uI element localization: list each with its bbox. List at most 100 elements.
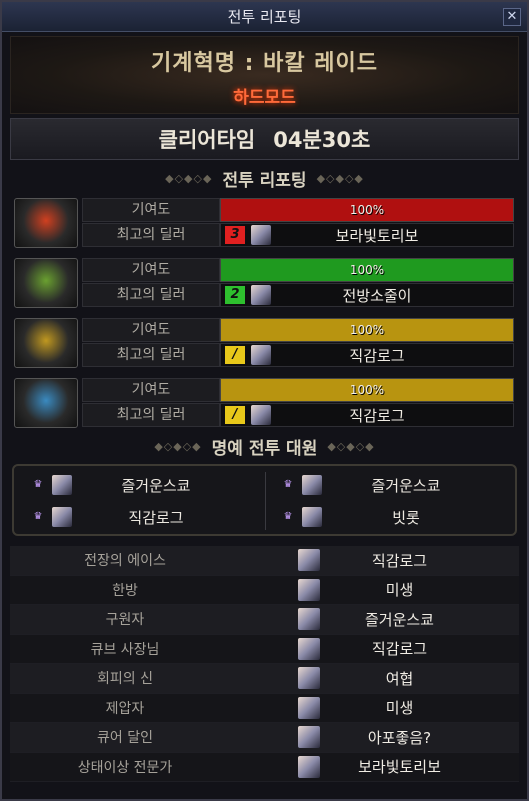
top-dealer-label: 최고의 딜러 (82, 343, 220, 367)
section-title: 명예 전투 대원 (211, 438, 318, 459)
award-recipient: 미생 (385, 699, 414, 718)
honor-member-name: 직감로그 (128, 508, 184, 527)
contribution-value: 100% (349, 263, 385, 277)
top-dealer[interactable]: / 직감로그 (220, 403, 514, 427)
avatar (298, 755, 320, 778)
award-row[interactable]: 전장의 에이스 직감로그 (10, 546, 519, 576)
top-dealer-label: 최고의 딜러 (82, 223, 220, 247)
award-title: 구원자 (105, 612, 145, 629)
section-title: 전투 리포팅 (222, 170, 307, 191)
top-dealer-name: 보라빛토리보 (335, 226, 419, 245)
honor-member[interactable]: ♛ 빗롯 (268, 502, 514, 532)
contribution-bar: 100% (220, 258, 514, 282)
award-recipient: 여협 (385, 669, 414, 688)
top-dealer[interactable]: 2 전방소줄이 (220, 283, 514, 307)
award-title: 한방 (112, 582, 138, 599)
contribution-value: 100% (349, 323, 385, 337)
award-row[interactable]: 큐어 달인 아포좋음? (10, 723, 519, 753)
award-row[interactable]: 상태이상 전문가 보라빛토리보 (10, 752, 519, 782)
crown-icon: ♛ (283, 511, 293, 522)
award-title: 큐브 사장님 (90, 641, 160, 658)
party-row: 기여도 100% 최고의 딜러 2 전방소줄이 (12, 256, 514, 310)
party-emblem-icon (14, 258, 78, 308)
ornament-right: ◆◇◆◇◆ (327, 439, 375, 453)
clear-time-label: 클리어타임 (158, 128, 256, 152)
crown-icon: ♛ (283, 479, 293, 490)
top-dealer-name: 직감로그 (349, 406, 405, 425)
contribution-row: 기여도 100% (82, 258, 514, 282)
award-title: 상태이상 전문가 (77, 759, 173, 776)
section-battle-report: ◆◇◆◇◆ 전투 리포팅 ◆◇◆◇◆ (10, 164, 519, 192)
contribution-value: 100% (349, 383, 385, 397)
contribution-label: 기여도 (82, 198, 220, 222)
avatar (298, 667, 320, 690)
avatar (298, 637, 320, 660)
award-row[interactable]: 큐브 사장님 직감로그 (10, 634, 519, 664)
difficulty-mode: 하드모드 (233, 88, 296, 108)
rank-badge: 3 (225, 226, 245, 244)
party-row: 기여도 100% 최고의 딜러 / 직감로그 (12, 376, 514, 430)
top-dealer-row: 최고의 딜러 / 직감로그 (82, 403, 514, 427)
top-dealer-row: 최고의 딜러 2 전방소줄이 (82, 283, 514, 307)
honor-member[interactable]: ♛ 직감로그 (18, 502, 264, 532)
avatar (251, 285, 271, 305)
ornament-left: ◆◇◆◇◆ (165, 171, 213, 185)
contribution-row: 기여도 100% (82, 318, 514, 342)
avatar (298, 608, 320, 631)
honor-member-name: 빗롯 (392, 508, 420, 527)
party-emblem-icon (14, 378, 78, 428)
avatar (251, 345, 271, 365)
honor-member-name: 즐거운스쿄 (121, 476, 191, 495)
award-recipient: 보라빛토리보 (358, 758, 441, 777)
top-dealer[interactable]: / 직감로그 (220, 343, 514, 367)
award-title: 회피의 신 (97, 671, 153, 688)
award-title: 큐어 달인 (97, 730, 153, 747)
top-dealer-row: 최고의 딜러 / 직감로그 (82, 343, 514, 367)
honor-member-name: 즐거운스쿄 (371, 476, 441, 495)
awards-list: 전장의 에이스 직감로그 한방 미생 구원자 즐거운스쿄 큐브 사장님 직감로그… (10, 546, 519, 782)
award-recipient: 아포좋음? (367, 728, 432, 747)
top-dealer-name: 전방소줄이 (342, 286, 412, 305)
window-title: 전투 리포팅 (227, 8, 302, 26)
party-emblem-icon (14, 318, 78, 368)
title-bar: 전투 리포팅 ✕ (2, 2, 527, 32)
rank-badge: 2 (225, 286, 245, 304)
award-recipient: 즐거운스쿄 (364, 610, 434, 629)
crown-icon: ♛ (33, 479, 43, 490)
contribution-label: 기여도 (82, 378, 220, 402)
ornament-right: ◆◇◆◇◆ (316, 171, 364, 185)
award-title: 전장의 에이스 (84, 553, 166, 570)
clear-time-panel: 클리어타임 04분30초 (10, 118, 519, 160)
award-row[interactable]: 한방 미생 (10, 575, 519, 605)
clear-time-value: 04분30초 (273, 128, 371, 152)
contribution-bar: 100% (220, 318, 514, 342)
award-row[interactable]: 제압자 미생 (10, 693, 519, 723)
divider (265, 472, 266, 530)
honor-member[interactable]: ♛ 즐거운스쿄 (268, 470, 514, 500)
top-dealer-label: 최고의 딜러 (82, 283, 220, 307)
avatar (52, 507, 72, 527)
avatar (298, 549, 320, 572)
party-row: 기여도 100% 최고의 딜러 / 직감로그 (12, 316, 514, 370)
award-recipient: 직감로그 (371, 640, 428, 659)
award-row[interactable]: 구원자 즐거운스쿄 (10, 605, 519, 635)
rank-badge: / (225, 406, 245, 424)
contribution-value: 100% (349, 203, 385, 217)
award-title: 제압자 (105, 700, 145, 717)
top-dealer[interactable]: 3 보라빛토리보 (220, 223, 514, 247)
award-row[interactable]: 회피의 신 여협 (10, 664, 519, 694)
contribution-label: 기여도 (82, 318, 220, 342)
honor-member[interactable]: ♛ 즐거운스쿄 (18, 470, 264, 500)
award-recipient: 직감로그 (371, 551, 428, 570)
battle-report-window: 전투 리포팅 ✕ 기계혁명 : 바칼 레이드 하드모드 클리어타임 04분30초… (0, 0, 529, 801)
avatar (298, 726, 320, 749)
avatar (52, 475, 72, 495)
avatar (302, 507, 322, 527)
contribution-bar: 100% (220, 198, 514, 222)
party-emblem-icon (14, 198, 78, 248)
contribution-bar: 100% (220, 378, 514, 402)
dungeon-name: 기계혁명 : 바칼 레이드 (151, 51, 378, 76)
close-icon[interactable]: ✕ (503, 8, 521, 26)
top-dealer-row: 최고의 딜러 3 보라빛토리보 (82, 223, 514, 247)
rank-badge: / (225, 346, 245, 364)
